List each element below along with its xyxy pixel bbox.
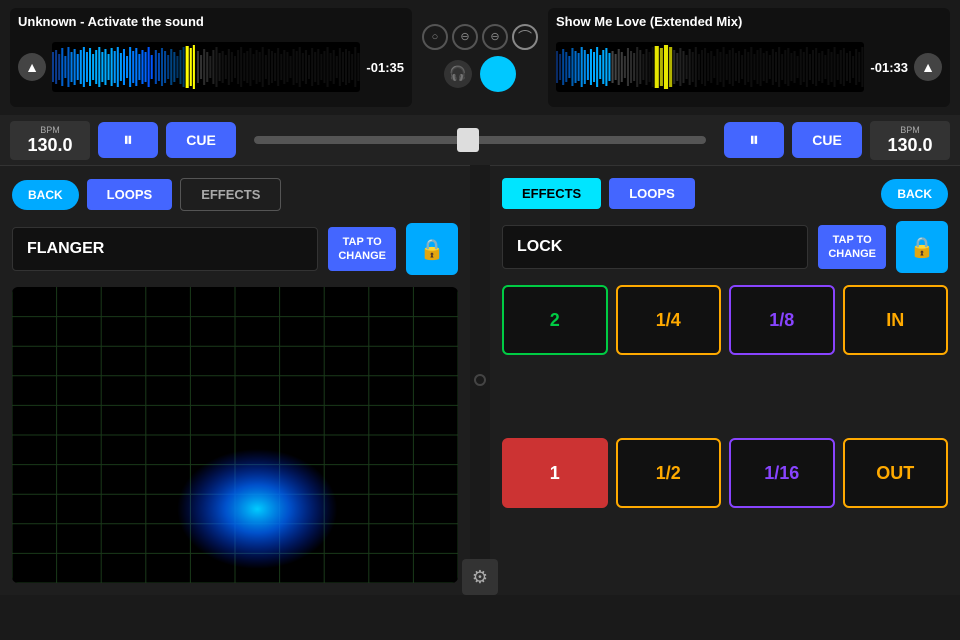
left-effect-grid[interactable] bbox=[12, 287, 458, 583]
settings-icon: ⚙ bbox=[472, 567, 488, 588]
bottom-center-controls: 🎧 bbox=[444, 56, 516, 92]
right-tab-effects[interactable]: EFFECTS bbox=[502, 178, 601, 209]
right-tap-change-button[interactable]: TAP TOCHANGE bbox=[818, 225, 886, 269]
loop-button-out[interactable]: OUT bbox=[843, 438, 949, 508]
loop-button-in[interactable]: IN bbox=[843, 285, 949, 355]
divider-circle bbox=[474, 374, 486, 386]
loops-grid: 2 1/4 1/8 IN 1 1/2 1/16 OUT bbox=[502, 285, 948, 583]
transport-icon-1[interactable]: ○ bbox=[422, 24, 448, 50]
right-waveform bbox=[556, 42, 864, 92]
left-lock-button[interactable]: 🔒 bbox=[406, 223, 458, 275]
right-deck: Show Me Love (Extended Mix) bbox=[548, 8, 950, 107]
right-back-button[interactable]: BACK bbox=[881, 179, 948, 209]
crossfader-thumb[interactable] bbox=[457, 128, 479, 152]
center-controls: ○ ⊖ ⊖ ⌒ 🎧 bbox=[420, 24, 540, 92]
loop-button-1-2[interactable]: 1/2 bbox=[616, 438, 722, 508]
left-tab-loops[interactable]: LOOPS bbox=[87, 179, 173, 210]
crossfader-area bbox=[244, 136, 716, 144]
right-panel: EFFECTS LOOPS BACK LOCK TAP TOCHANGE 🔒 2… bbox=[490, 165, 960, 595]
loop-button-1-8[interactable]: 1/8 bbox=[729, 285, 835, 355]
left-effect-name: FLANGER bbox=[12, 227, 318, 271]
left-cue-button[interactable]: CUE bbox=[166, 122, 236, 158]
left-back-button[interactable]: BACK bbox=[12, 180, 79, 210]
loop-button-2[interactable]: 2 bbox=[502, 285, 608, 355]
left-waveform-svg bbox=[52, 42, 360, 92]
left-waveform bbox=[52, 42, 360, 92]
left-panel: BACK LOOPS EFFECTS FLANGER TAP TOCHANGE … bbox=[0, 165, 470, 595]
right-waveform-svg bbox=[556, 42, 864, 92]
transport-icon-3[interactable]: ⊖ bbox=[482, 24, 508, 50]
transport-icon-2[interactable]: ⊖ bbox=[452, 24, 478, 50]
left-bpm-box: BPM 130.0 bbox=[10, 121, 90, 160]
crossfader-track[interactable] bbox=[254, 136, 706, 144]
middle-section: BPM 130.0 ⏸ CUE ⏸ CUE BPM 130.0 bbox=[0, 115, 960, 165]
left-bpm-value: 130.0 bbox=[18, 135, 82, 156]
left-play-button[interactable]: ⏸ bbox=[98, 122, 158, 158]
left-eject-button[interactable]: ▲ bbox=[18, 53, 46, 81]
left-tab-effects[interactable]: EFFECTS bbox=[180, 178, 281, 211]
effect-grid-svg bbox=[12, 287, 458, 583]
right-waveform-area: -01:33 ▲ bbox=[556, 33, 942, 101]
loop-button-1-16[interactable]: 1/16 bbox=[729, 438, 835, 508]
top-section: Unknown - Activate the sound ▲ bbox=[0, 0, 960, 115]
panel-divider bbox=[470, 165, 490, 595]
left-deck-title: Unknown - Activate the sound bbox=[18, 14, 404, 29]
right-bpm-label: BPM bbox=[878, 125, 942, 135]
left-deck: Unknown - Activate the sound ▲ bbox=[10, 8, 412, 107]
left-panel-tabs: BACK LOOPS EFFECTS bbox=[12, 178, 458, 211]
transport-icons: ○ ⊖ ⊖ ⌒ bbox=[422, 24, 538, 50]
right-bpm-box: BPM 130.0 bbox=[870, 121, 950, 160]
right-cue-button[interactable]: CUE bbox=[792, 122, 862, 158]
right-deck-title: Show Me Love (Extended Mix) bbox=[556, 14, 942, 29]
transport-icon-4[interactable]: ⌒ bbox=[512, 24, 538, 50]
loop-button-1[interactable]: 1 bbox=[502, 438, 608, 508]
headphone-button[interactable]: 🎧 bbox=[444, 60, 472, 88]
right-time-display: -01:33 bbox=[870, 60, 908, 75]
right-lock-button[interactable]: 🔒 bbox=[896, 221, 948, 273]
right-panel-tabs: EFFECTS LOOPS BACK bbox=[502, 178, 948, 209]
left-waveform-area: ▲ bbox=[18, 33, 404, 101]
bottom-section: BACK LOOPS EFFECTS FLANGER TAP TOCHANGE … bbox=[0, 165, 960, 595]
left-time-display: -01:35 bbox=[366, 60, 404, 75]
left-tap-change-button[interactable]: TAP TOCHANGE bbox=[328, 227, 396, 271]
right-bpm-value: 130.0 bbox=[878, 135, 942, 156]
left-effect-row: FLANGER TAP TOCHANGE 🔒 bbox=[12, 223, 458, 275]
right-tab-loops[interactable]: LOOPS bbox=[609, 178, 695, 209]
right-eject-button[interactable]: ▲ bbox=[914, 53, 942, 81]
loop-button-1-4[interactable]: 1/4 bbox=[616, 285, 722, 355]
right-play-button[interactable]: ⏸ bbox=[724, 122, 784, 158]
right-effect-name: LOCK bbox=[502, 225, 808, 269]
settings-button[interactable]: ⚙ bbox=[462, 559, 498, 595]
right-effect-row: LOCK TAP TOCHANGE 🔒 bbox=[502, 221, 948, 273]
left-bpm-label: BPM bbox=[18, 125, 82, 135]
master-button[interactable] bbox=[480, 56, 516, 92]
